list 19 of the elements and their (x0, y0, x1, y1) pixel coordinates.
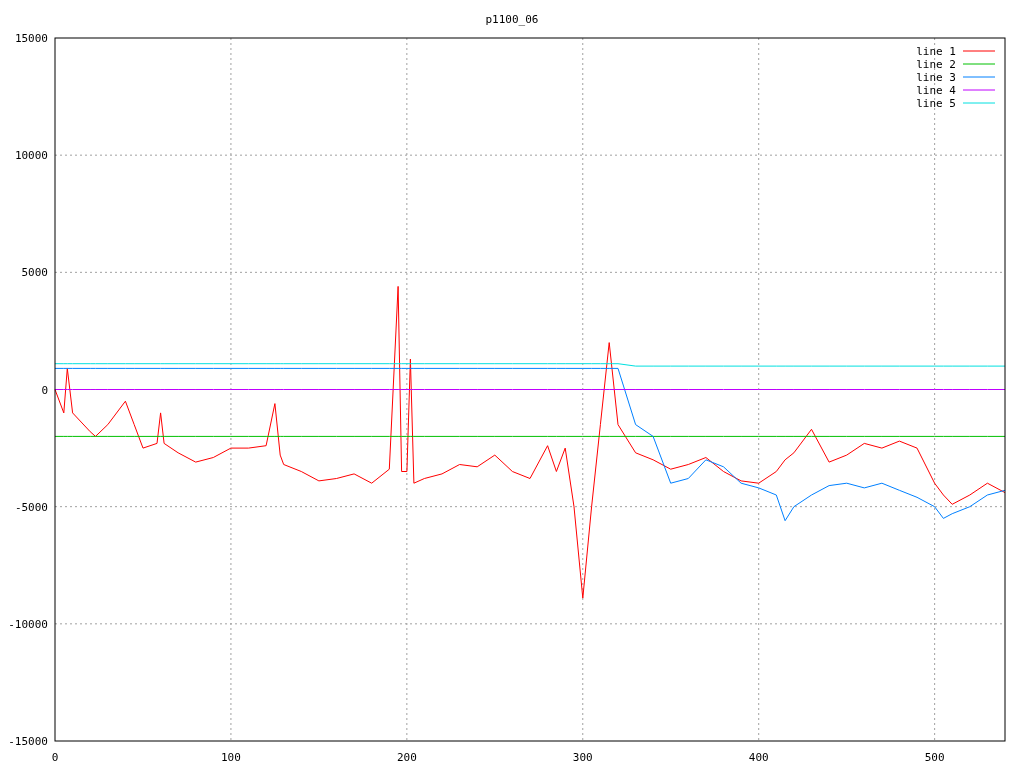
y-tick-label: -5000 (14, 500, 48, 514)
y-tick-label: -10000 (8, 617, 48, 631)
x-tick-label: 400 (748, 751, 769, 764)
y-tick-label: 10000 (14, 149, 48, 163)
legend-label: line 1 (916, 45, 956, 58)
legend-label: line 2 (916, 58, 956, 71)
x-tick-label: 100 (221, 751, 241, 764)
legend-label: line 5 (916, 97, 956, 110)
x-tick-label: 300 (572, 751, 593, 764)
y-tick-label: 5000 (21, 266, 48, 280)
x-tick-label: 0 (51, 751, 59, 764)
legend-label: line 4 (916, 84, 956, 97)
x-tick-label: 200 (396, 751, 417, 764)
legend-label: line 3 (916, 71, 956, 84)
y-tick-label: 0 (41, 383, 48, 397)
y-tick-label: 15000 (14, 32, 48, 45)
y-tick-label: -15000 (8, 735, 48, 748)
chart-title: p1100_06 (485, 13, 539, 26)
x-tick-label: 500 (924, 751, 945, 764)
